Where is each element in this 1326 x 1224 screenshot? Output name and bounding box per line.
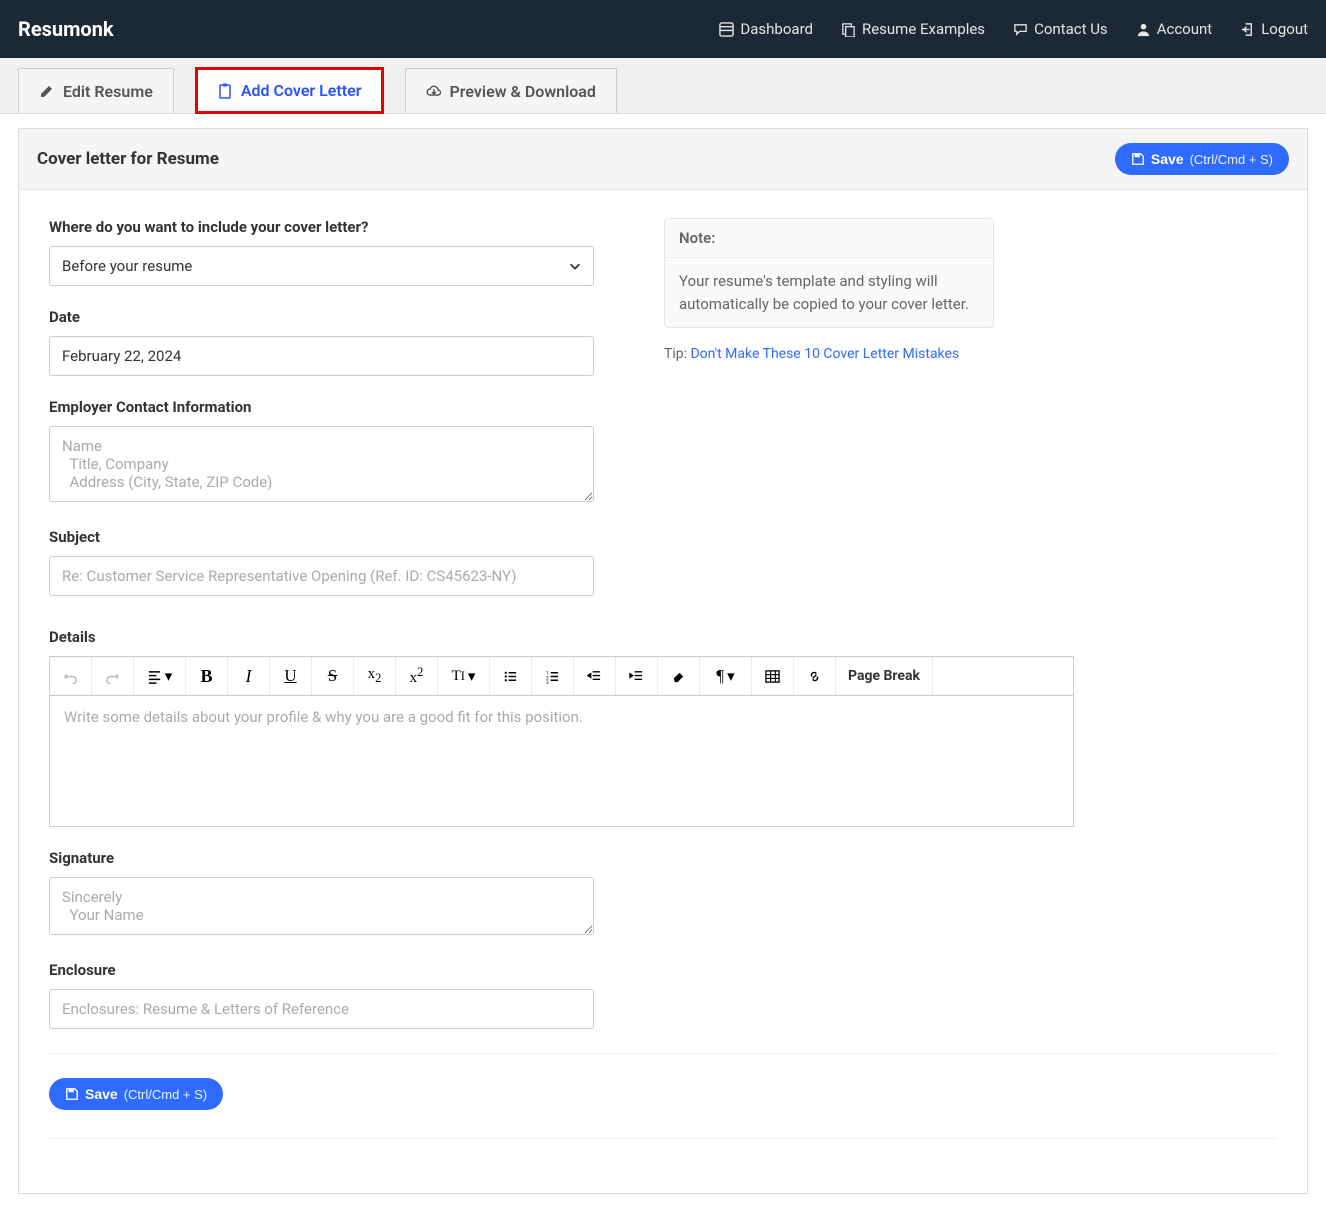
italic-button[interactable]: I — [228, 657, 270, 695]
paste-icon — [217, 83, 233, 99]
tab-edit-label: Edit Resume — [63, 82, 153, 101]
save-button-label: Save — [1151, 151, 1184, 167]
nav-account-label: Account — [1157, 20, 1213, 38]
svg-text:3: 3 — [546, 680, 549, 684]
nav-account[interactable]: Account — [1136, 20, 1213, 38]
page-container: Cover letter for Resume Save (Ctrl/Cmd +… — [18, 128, 1308, 1194]
save-button-label: Save — [85, 1086, 118, 1102]
undo-button[interactable] — [50, 657, 92, 695]
tip-link[interactable]: Don't Make These 10 Cover Letter Mistake… — [690, 346, 959, 362]
note-body: Your resume's template and styling will … — [665, 258, 993, 327]
nav-dashboard[interactable]: Dashboard — [719, 20, 813, 38]
edit-icon — [39, 83, 55, 99]
page-title: Cover letter for Resume — [37, 149, 219, 169]
top-nav: Dashboard Resume Examples Contact Us Acc… — [719, 20, 1308, 38]
enclosure-input[interactable] — [49, 989, 594, 1029]
link-button[interactable] — [794, 657, 836, 695]
nav-logout[interactable]: Logout — [1240, 20, 1308, 38]
tab-cover-label: Add Cover Letter — [241, 81, 362, 100]
font-size-button[interactable]: TI▾ — [438, 657, 490, 695]
save-shortcut: (Ctrl/Cmd + S) — [124, 1087, 207, 1102]
subscript-button[interactable]: x2 — [354, 657, 396, 695]
user-icon — [1136, 22, 1151, 37]
numbered-list-button[interactable]: 123 — [532, 657, 574, 695]
strikethrough-button[interactable]: S — [312, 657, 354, 695]
table-button[interactable] — [752, 657, 794, 695]
note-box: Note: Your resume's template and styling… — [664, 218, 994, 328]
tip-line: Tip: Don't Make These 10 Cover Letter Mi… — [664, 346, 994, 362]
nav-contact-label: Contact Us — [1034, 20, 1108, 38]
eraser-icon — [671, 669, 686, 684]
table-icon — [765, 669, 780, 684]
note-title: Note: — [665, 219, 993, 258]
undo-icon — [63, 669, 78, 684]
nav-examples-label: Resume Examples — [862, 20, 985, 38]
save-icon — [1131, 152, 1145, 166]
nav-dashboard-label: Dashboard — [740, 20, 813, 38]
bullet-list-button[interactable] — [490, 657, 532, 695]
outdent-button[interactable] — [574, 657, 616, 695]
signature-textarea[interactable] — [49, 877, 594, 935]
position-select[interactable]: Before your resume — [49, 246, 594, 286]
editor-toolbar: ▾ B I U S x2 x2 TI▾ 123 ¶▾ Page Br — [50, 657, 1073, 696]
bold-button[interactable]: B — [186, 657, 228, 695]
cloud-download-icon — [426, 83, 442, 99]
copy-icon — [841, 22, 856, 37]
signature-label: Signature — [49, 849, 594, 867]
underline-button[interactable]: U — [270, 657, 312, 695]
employer-label: Employer Contact Information — [49, 398, 594, 416]
logout-icon — [1240, 22, 1255, 37]
paragraph-button[interactable]: ¶▾ — [700, 657, 752, 695]
subject-input[interactable] — [49, 556, 594, 596]
tab-preview-download[interactable]: Preview & Download — [405, 68, 617, 113]
page-break-button[interactable]: Page Break — [836, 657, 933, 695]
save-button-top[interactable]: Save (Ctrl/Cmd + S) — [1115, 143, 1289, 175]
tab-add-cover-letter[interactable]: Add Cover Letter — [196, 68, 383, 113]
position-label: Where do you want to include your cover … — [49, 218, 594, 236]
indent-icon — [629, 669, 644, 684]
employer-textarea[interactable] — [49, 426, 594, 502]
clear-format-button[interactable] — [658, 657, 700, 695]
redo-button[interactable] — [92, 657, 134, 695]
superscript-button[interactable]: x2 — [396, 657, 438, 695]
rich-text-editor: ▾ B I U S x2 x2 TI▾ 123 ¶▾ Page Br — [49, 656, 1074, 827]
save-shortcut: (Ctrl/Cmd + S) — [1190, 152, 1273, 167]
bullet-list-icon — [503, 669, 518, 684]
save-icon — [65, 1087, 79, 1101]
indent-button[interactable] — [616, 657, 658, 695]
tab-edit-resume[interactable]: Edit Resume — [18, 68, 174, 113]
nav-logout-label: Logout — [1261, 20, 1308, 38]
outdent-icon — [587, 669, 602, 684]
enclosure-label: Enclosure — [49, 961, 594, 979]
tabs-row: Edit Resume Add Cover Letter Preview & D… — [0, 58, 1326, 114]
nav-examples[interactable]: Resume Examples — [841, 20, 985, 38]
link-icon — [807, 669, 822, 684]
details-label: Details — [49, 628, 1074, 646]
align-left-icon — [147, 669, 162, 684]
tip-prefix: Tip: — [664, 346, 690, 362]
subject-label: Subject — [49, 528, 594, 546]
brand-logo[interactable]: Resumonk — [18, 17, 114, 41]
details-editor[interactable]: Write some details about your profile & … — [50, 696, 1073, 826]
dashboard-icon — [719, 22, 734, 37]
divider — [49, 1053, 1277, 1054]
tab-preview-label: Preview & Download — [450, 82, 596, 101]
nav-contact[interactable]: Contact Us — [1013, 20, 1108, 38]
save-button-bottom[interactable]: Save (Ctrl/Cmd + S) — [49, 1078, 223, 1110]
chat-icon — [1013, 22, 1028, 37]
date-input[interactable] — [49, 336, 594, 376]
redo-icon — [105, 669, 120, 684]
numbered-list-icon: 123 — [545, 669, 560, 684]
align-button[interactable]: ▾ — [134, 657, 186, 695]
divider — [49, 1138, 1277, 1139]
date-label: Date — [49, 308, 594, 326]
